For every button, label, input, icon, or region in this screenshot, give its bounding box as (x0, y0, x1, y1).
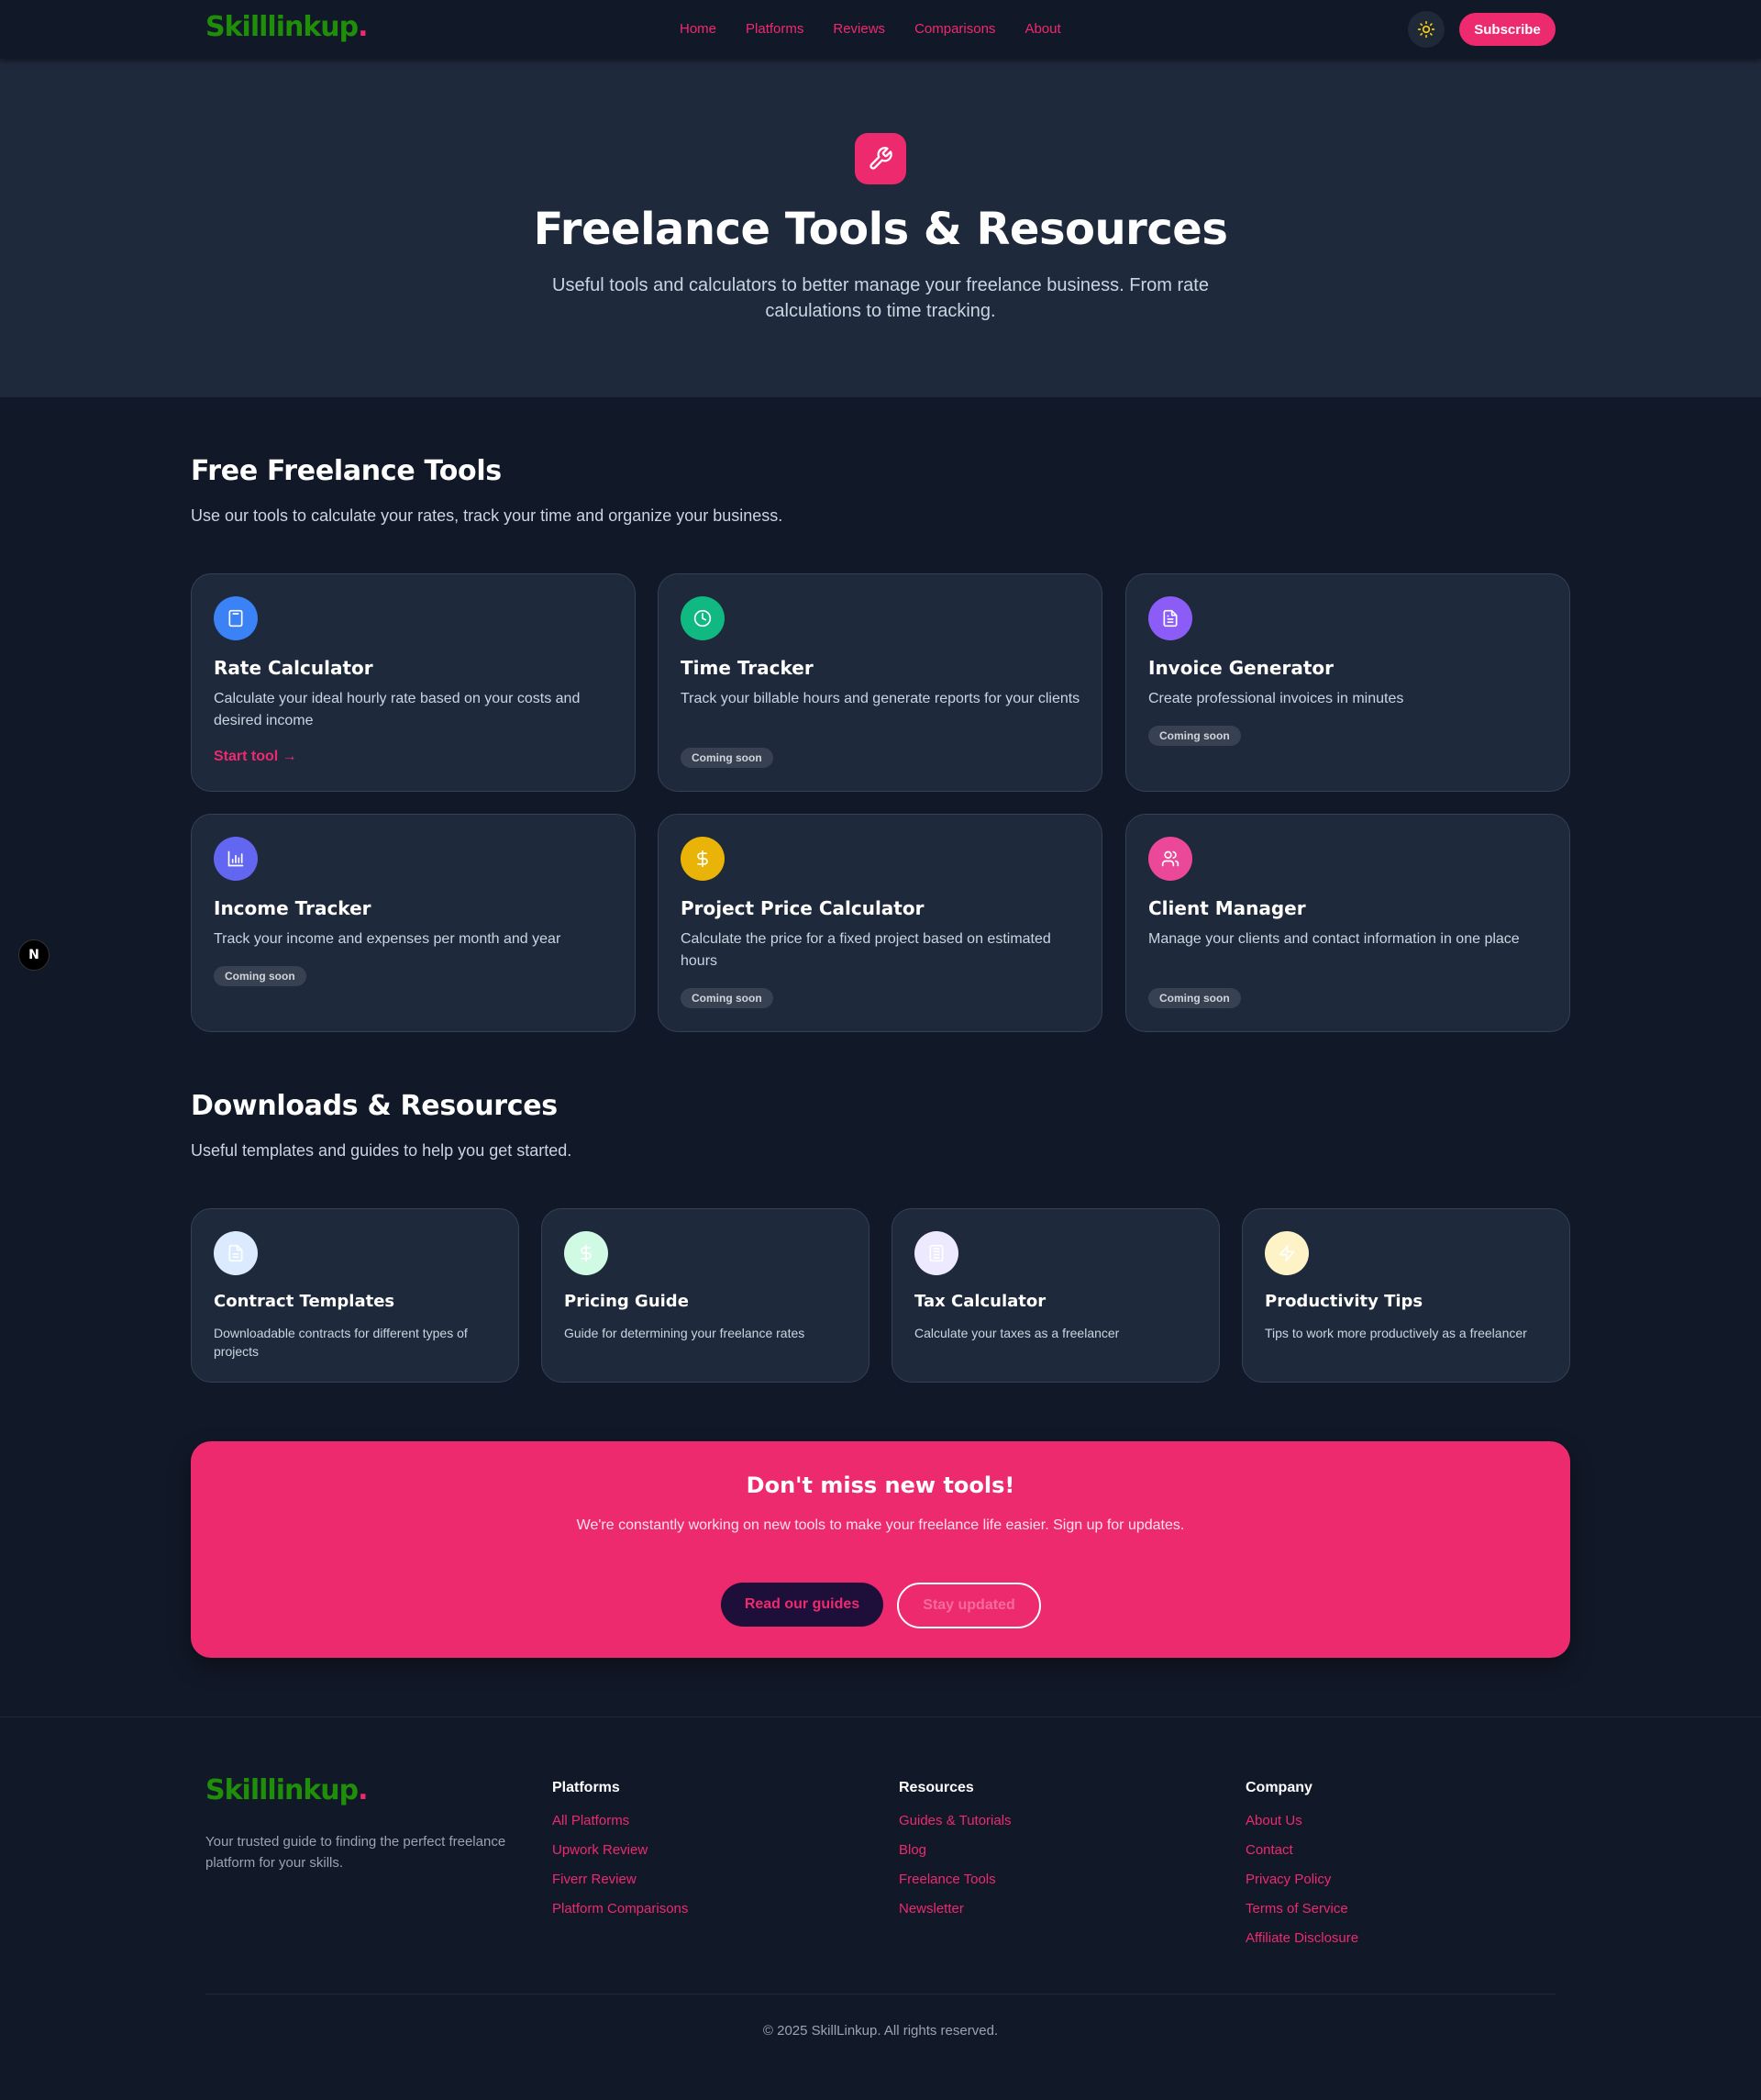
card-description: Create professional invoices in minutes (1148, 691, 1404, 706)
card-description: Tips to work more productively as a free… (1265, 1326, 1527, 1340)
document-icon (1148, 596, 1192, 640)
card-description: Calculate the price for a fixed project … (681, 931, 1051, 969)
card-title: Client Manager (1148, 897, 1306, 919)
footer-link[interactable]: Contact (1246, 1839, 1358, 1869)
clock-icon (681, 596, 725, 640)
nav-home[interactable]: Home (680, 21, 716, 37)
cta-subtitle: We're constantly working on new tools to… (576, 1517, 1185, 1533)
resource-card-tax-calculator[interactable]: Tax Calculator Calculate your taxes as a… (892, 1208, 1220, 1383)
floating-badge-letter: N (28, 948, 39, 962)
card-description: Calculate your ideal hourly rate based o… (214, 691, 581, 728)
main-nav: Home Platforms Reviews Comparisons About (680, 21, 1091, 37)
footer-link[interactable]: Freelance Tools (899, 1869, 1012, 1898)
dollar-icon (681, 837, 725, 881)
card-description: Guide for determining your freelance rat… (564, 1326, 805, 1340)
tool-card-time-tracker[interactable]: Time Tracker Track your billable hours a… (658, 573, 1102, 792)
site-header: Skilllinkup. Home Platforms Reviews Comp… (0, 0, 1761, 59)
copyright: © 2025 SkillLinkup. All rights reserved. (762, 2023, 999, 2039)
card-title: Income Tracker (214, 897, 371, 919)
tools-section-subtitle: Use our tools to calculate your rates, t… (191, 506, 783, 525)
calculator-icon (914, 1231, 958, 1275)
coming-soon-badge: Coming soon (1148, 988, 1241, 1008)
footer-link[interactable]: Platform Comparisons (552, 1898, 688, 1928)
tool-card-client-manager[interactable]: Client Manager Manage your clients and c… (1125, 814, 1570, 1032)
nav-about[interactable]: About (1024, 21, 1060, 37)
card-title: Rate Calculator (214, 657, 373, 679)
coming-soon-badge: Coming soon (1148, 726, 1241, 746)
footer-link[interactable]: Privacy Policy (1246, 1869, 1358, 1898)
card-description: Track your income and expenses per month… (214, 931, 561, 947)
nav-comparisons[interactable]: Comparisons (914, 21, 995, 37)
resource-card-productivity-tips[interactable]: Productivity Tips Tips to work more prod… (1242, 1208, 1570, 1383)
tool-card-income-tracker[interactable]: Income Tracker Track your income and exp… (191, 814, 636, 1032)
card-description: Track your billable hours and generate r… (681, 691, 1080, 706)
site-footer: Skilllinkup. Your trusted guide to findi… (0, 1717, 1761, 2100)
footer-column-title: Resources (899, 1780, 974, 1795)
resource-card-pricing-guide[interactable]: Pricing Guide Guide for determining your… (541, 1208, 869, 1383)
card-title: Productivity Tips (1265, 1292, 1423, 1311)
card-title: Project Price Calculator (681, 897, 925, 919)
read-guides-button[interactable]: Read our guides (721, 1583, 883, 1627)
footer-link[interactable]: Upwork Review (552, 1839, 688, 1869)
footer-column-title: Platforms (552, 1780, 620, 1795)
coming-soon-badge: Coming soon (214, 966, 306, 986)
footer-column-resources: Resources Guides & Tutorials Blog Freela… (899, 1780, 1012, 1928)
document-icon (214, 1231, 258, 1275)
dollar-icon (564, 1231, 608, 1275)
tool-card-rate-calculator[interactable]: Rate Calculator Calculate your ideal hou… (191, 573, 636, 792)
resources-section-subtitle: Useful templates and guides to help you … (191, 1141, 572, 1160)
card-title: Pricing Guide (564, 1292, 689, 1311)
card-description: Downloadable contracts for different typ… (214, 1326, 468, 1359)
cta-title: Don't miss new tools! (746, 1472, 1015, 1498)
nav-reviews[interactable]: Reviews (833, 21, 885, 37)
stay-updated-button[interactable]: Stay updated (897, 1583, 1041, 1628)
footer-column-company: Company About Us Contact Privacy Policy … (1246, 1780, 1358, 1957)
wrench-icon (855, 133, 906, 184)
coming-soon-badge: Coming soon (681, 748, 773, 768)
lightning-icon (1265, 1231, 1309, 1275)
footer-logo[interactable]: Skilllinkup. (205, 1774, 369, 1806)
nextjs-icon[interactable]: N (18, 939, 50, 971)
start-tool-link[interactable]: Start tool → (214, 749, 297, 765)
footer-link[interactable]: All Platforms (552, 1810, 688, 1839)
card-title: Time Tracker (681, 657, 814, 679)
calculator-icon (214, 596, 258, 640)
coming-soon-badge: Coming soon (681, 988, 773, 1008)
page-title: Freelance Tools & Resources (533, 204, 1228, 255)
footer-column-platforms: Platforms All Platforms Upwork Review Fi… (552, 1780, 688, 1928)
tools-section-title: Free Freelance Tools (191, 455, 502, 487)
card-description: Calculate your taxes as a freelancer (914, 1326, 1120, 1340)
tool-card-invoice-generator[interactable]: Invoice Generator Create professional in… (1125, 573, 1570, 792)
resource-card-contract-templates[interactable]: Contract Templates Downloadable contract… (191, 1208, 519, 1383)
footer-link[interactable]: Terms of Service (1246, 1898, 1358, 1928)
card-title: Invoice Generator (1148, 657, 1335, 679)
footer-link[interactable]: Affiliate Disclosure (1246, 1928, 1358, 1957)
theme-toggle-button[interactable] (1408, 11, 1445, 48)
footer-link[interactable]: Fiverr Review (552, 1869, 688, 1898)
card-title: Contract Templates (214, 1292, 395, 1311)
newsletter-cta: Don't miss new tools! We're constantly w… (191, 1441, 1570, 1658)
footer-link[interactable]: Newsletter (899, 1898, 1012, 1928)
footer-link[interactable]: Blog (899, 1839, 1012, 1869)
site-logo[interactable]: Skilllinkup. (205, 11, 369, 43)
tool-card-project-price-calculator[interactable]: Project Price Calculator Calculate the p… (658, 814, 1102, 1032)
footer-link[interactable]: About Us (1246, 1810, 1358, 1839)
hero-section: Freelance Tools & Resources Useful tools… (0, 59, 1761, 397)
nav-platforms[interactable]: Platforms (746, 21, 803, 37)
bar-chart-icon (214, 837, 258, 881)
subscribe-button[interactable]: Subscribe (1459, 13, 1556, 46)
card-description: Manage your clients and contact informat… (1148, 931, 1520, 947)
users-icon (1148, 837, 1192, 881)
sun-icon (1417, 20, 1435, 39)
page-subtitle: Useful tools and calculators to better m… (552, 275, 1209, 321)
footer-link[interactable]: Guides & Tutorials (899, 1810, 1012, 1839)
footer-column-title: Company (1246, 1780, 1312, 1795)
resources-section-title: Downloads & Resources (191, 1090, 558, 1122)
footer-tagline: Your trusted guide to finding the perfec… (205, 1834, 506, 1871)
card-title: Tax Calculator (914, 1292, 1047, 1311)
